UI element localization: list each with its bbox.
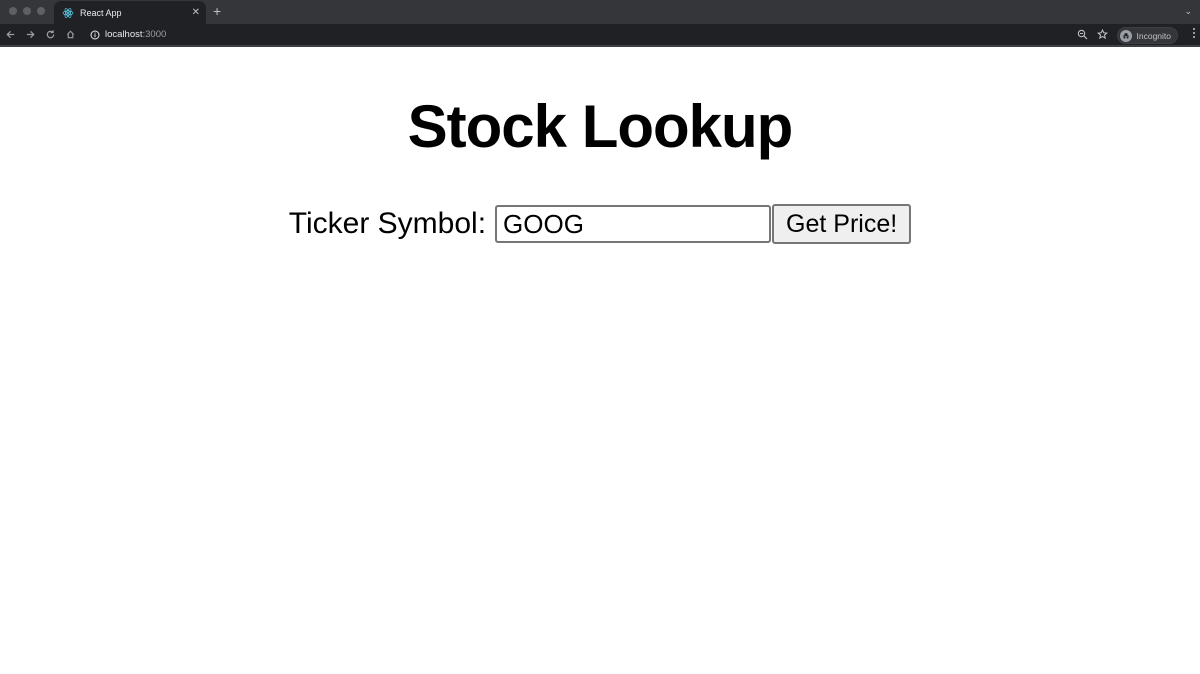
react-icon [62,7,74,19]
url-text: localhost:3000 [105,29,166,40]
maximize-window-button[interactable] [37,7,45,15]
incognito-icon [1119,29,1132,42]
zoom-icon[interactable] [1077,29,1088,40]
plus-icon[interactable]: + [213,4,221,18]
address-bar-actions [1077,29,1108,40]
info-icon[interactable] [90,30,100,40]
kebab-menu-icon[interactable] [1193,28,1195,38]
ticker-form: Ticker Symbol: Get Price! [0,204,1200,244]
window-controls [9,7,45,15]
address-bar[interactable]: localhost:3000 [84,26,1112,43]
incognito-label: Incognito [1136,30,1172,41]
close-window-button[interactable] [9,7,17,15]
chevron-down-icon[interactable]: ⌄ [1184,6,1192,17]
home-icon[interactable] [60,26,80,44]
url-host: localhost [105,29,143,40]
browser-toolbar: localhost:3000 Incognito [0,24,1200,47]
minimize-window-button[interactable] [23,7,31,15]
star-icon[interactable] [1097,29,1108,40]
arrow-right-icon[interactable] [20,26,40,44]
page-content: Stock Lookup Ticker Symbol: Get Price! [0,91,1200,244]
browser-tabstrip: React App ✕ + ⌄ [0,0,1200,24]
tab-title: React App [80,7,122,18]
reload-icon[interactable] [40,26,60,44]
browser-tab[interactable]: React App ✕ [54,1,206,24]
ticker-input[interactable] [495,205,772,243]
arrow-left-icon[interactable] [0,26,20,44]
get-price-button[interactable]: Get Price! [772,204,912,244]
page-title: Stock Lookup [407,93,794,160]
incognito-badge[interactable]: Incognito [1116,27,1178,44]
ticker-label: Ticker Symbol: [288,207,487,240]
close-icon[interactable]: ✕ [192,7,200,18]
url-port: :3000 [142,29,167,40]
